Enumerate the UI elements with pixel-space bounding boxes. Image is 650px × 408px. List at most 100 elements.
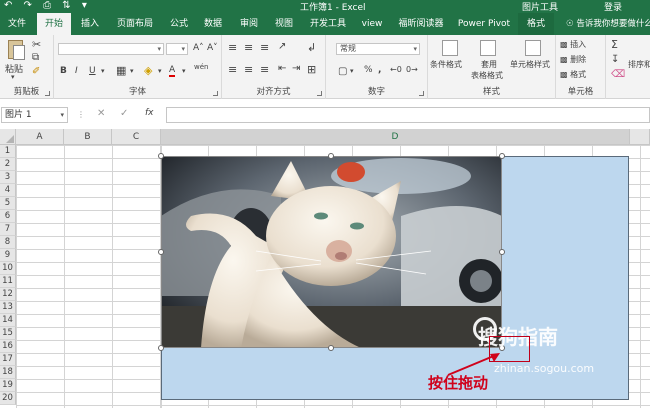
format-as-table-label-2[interactable]: 表格格式 (471, 70, 503, 81)
row-header-1[interactable]: 1 (0, 145, 16, 158)
font-name-select[interactable]: ▾ (58, 43, 164, 55)
formula-input[interactable] (166, 107, 650, 123)
row-header-4[interactable]: 4 (0, 184, 16, 197)
row-header-17[interactable]: 17 (0, 353, 16, 366)
tab-file[interactable]: 文件 (0, 13, 34, 35)
font-color-dropdown-icon[interactable]: ▾ (182, 67, 186, 75)
align-left-icon[interactable]: ≡ (228, 63, 237, 76)
column-header-d[interactable]: D (161, 129, 630, 145)
row-header-10[interactable]: 10 (0, 262, 16, 275)
decrease-decimal-icon[interactable]: 0→ (406, 65, 418, 74)
row-header-5[interactable]: 5 (0, 197, 16, 210)
tab-developer[interactable]: 开发工具 (304, 13, 352, 35)
phonetic-button[interactable]: wén (194, 63, 208, 71)
row-header-13[interactable]: 13 (0, 301, 16, 314)
worksheet-grid[interactable]: A B C D 1 2 3 4 5 6 7 8 9 10 11 12 13 14… (0, 129, 650, 408)
quick-access-toolbar[interactable]: ↶ ↷ ⎙ ⇅ ▾ (4, 0, 91, 11)
row-header-6[interactable]: 6 (0, 210, 16, 223)
insert-function-button[interactable]: fx (145, 108, 154, 118)
enter-formula-button[interactable]: ✓ (120, 108, 128, 119)
align-right-icon[interactable]: ≡ (260, 63, 269, 76)
border-icon[interactable]: ▦ (116, 64, 126, 77)
font-size-select[interactable]: ▾ (166, 43, 188, 55)
insert-cells-button[interactable]: ▩ 插入 (560, 39, 586, 50)
font-color-button[interactable]: A (169, 65, 176, 77)
row-header-12[interactable]: 12 (0, 288, 16, 301)
align-top-icon[interactable]: ≡ (228, 41, 237, 54)
tab-insert[interactable]: 插入 (74, 13, 106, 35)
resize-handle-left[interactable] (158, 249, 164, 255)
autosum-button[interactable]: Σ (611, 38, 618, 51)
font-launcher-icon[interactable] (213, 91, 218, 96)
currency-dropdown-icon[interactable]: ▾ (350, 67, 354, 75)
tab-view[interactable]: 视图 (268, 13, 300, 35)
tab-review[interactable]: 审阅 (233, 13, 265, 35)
row-header-8[interactable]: 8 (0, 236, 16, 249)
row-header-14[interactable]: 14 (0, 314, 16, 327)
underline-button[interactable]: U (89, 66, 96, 76)
resize-handle-bottom[interactable] (328, 345, 334, 351)
tab-format[interactable]: 格式 (518, 13, 554, 35)
clipboard-launcher-icon[interactable] (45, 91, 50, 96)
row-header-15[interactable]: 15 (0, 327, 16, 340)
delete-cells-button[interactable]: ▩ 删除 (560, 54, 586, 65)
fill-dropdown-icon[interactable]: ▾ (158, 67, 162, 75)
conditional-format-icon[interactable] (442, 40, 458, 56)
orientation-icon[interactable]: ↗ (278, 41, 286, 52)
tab-foxit-reader[interactable]: 福昕阅读器 (393, 13, 449, 35)
row-header-3[interactable]: 3 (0, 171, 16, 184)
row-header-16[interactable]: 16 (0, 340, 16, 353)
grow-font-button[interactable]: A˄ (193, 43, 204, 53)
fill-down-icon[interactable]: ↧ (611, 54, 619, 65)
align-center-icon[interactable]: ≡ (244, 63, 253, 76)
decrease-indent-icon[interactable]: ⇤ (278, 63, 286, 74)
alignment-launcher-icon[interactable] (317, 91, 322, 96)
column-header-a[interactable]: A (16, 129, 64, 145)
format-painter-icon[interactable]: ✐ (32, 66, 40, 77)
row-header-7[interactable]: 7 (0, 223, 16, 236)
border-dropdown-icon[interactable]: ▾ (130, 67, 134, 75)
tab-page-layout[interactable]: 页面布局 (110, 13, 160, 35)
name-box[interactable]: 图片 1 ▾ (1, 107, 68, 123)
tab-view-en[interactable]: view (357, 13, 387, 35)
underline-dropdown-icon[interactable]: ▾ (101, 67, 105, 75)
row-header-11[interactable]: 11 (0, 275, 16, 288)
wrap-text-icon[interactable]: ↲ (307, 41, 316, 54)
row-header-9[interactable]: 9 (0, 249, 16, 262)
conditional-format-button[interactable]: 条件格式 (430, 59, 462, 70)
column-header-c[interactable]: C (112, 129, 161, 145)
merge-center-icon[interactable]: ⊞ (307, 63, 316, 76)
align-middle-icon[interactable]: ≡ (244, 41, 253, 54)
resize-handle-right[interactable] (499, 249, 505, 255)
column-header-b[interactable]: B (64, 129, 112, 145)
resize-handle-bottom-left[interactable] (158, 345, 164, 351)
row-header-20[interactable]: 20 (0, 392, 16, 405)
format-as-table-icon[interactable] (480, 40, 496, 56)
row-header-19[interactable]: 19 (0, 379, 16, 392)
cell-styles-button[interactable]: 单元格样式 (510, 59, 550, 70)
percent-button[interactable]: % (364, 65, 373, 75)
format-as-table-label-1[interactable]: 套用 (481, 59, 497, 70)
column-header-e[interactable] (630, 129, 650, 145)
shrink-font-button[interactable]: A˅ (207, 43, 218, 53)
fill-color-icon[interactable]: ◈ (144, 64, 152, 77)
cell-styles-icon[interactable] (525, 40, 541, 56)
resize-handle-top-right[interactable] (499, 153, 505, 159)
login-button[interactable]: 登录 (604, 0, 622, 13)
number-launcher-icon[interactable] (419, 91, 424, 96)
tab-power-pivot[interactable]: Power Pivot (455, 13, 513, 35)
tab-home[interactable]: 开始 (37, 13, 71, 35)
paste-dropdown-icon[interactable]: ▾ (11, 73, 15, 81)
sort-filter-button[interactable]: 排序和 (628, 59, 650, 70)
clear-icon[interactable]: ⌫ (611, 69, 625, 80)
tab-formulas[interactable]: 公式 (163, 13, 195, 35)
format-cells-button[interactable]: ▩ 格式 (560, 69, 586, 80)
row-header-2[interactable]: 2 (0, 158, 16, 171)
resize-handle-top[interactable] (328, 153, 334, 159)
paste-button[interactable] (4, 38, 28, 60)
tab-data[interactable]: 数据 (197, 13, 229, 35)
bold-button[interactable]: B (60, 66, 67, 76)
cut-icon[interactable]: ✂ (32, 38, 41, 51)
resize-handle-top-left[interactable] (158, 153, 164, 159)
tell-me-search[interactable]: ☉ 告诉我你想要做什么 (566, 13, 650, 35)
